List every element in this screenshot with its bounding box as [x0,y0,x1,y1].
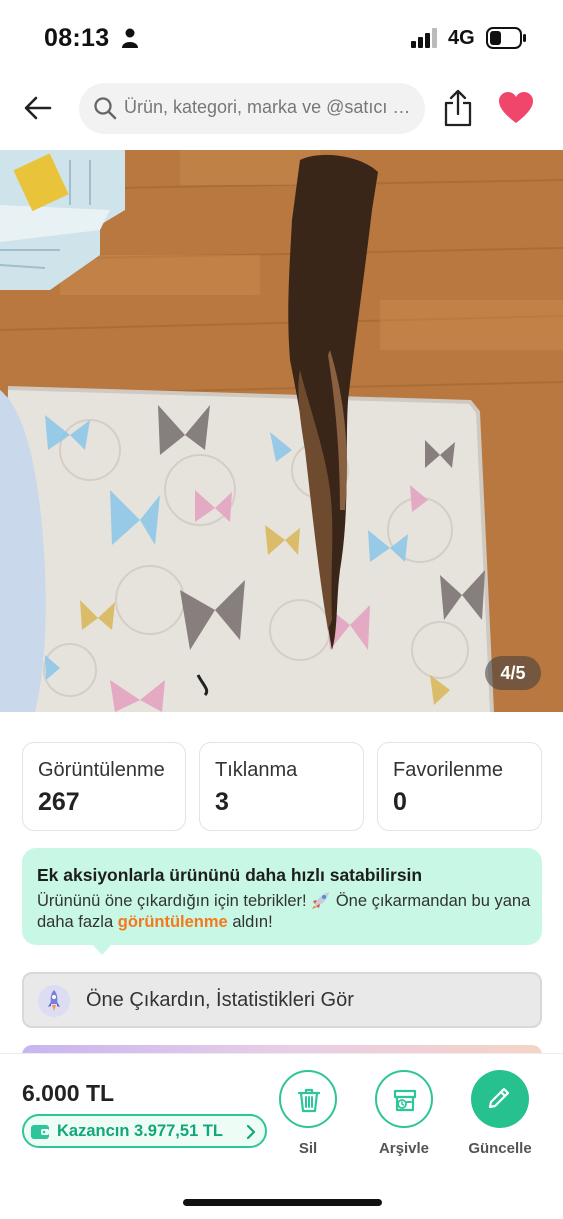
pencil-icon [488,1087,510,1109]
promo-tail [93,945,111,955]
stat-value-clicks: 3 [215,788,229,816]
promo-highlight: görüntülenme [117,913,228,931]
promo-banner: Ek aksiyonlarla ürününü daha hızlı satab… [22,848,542,945]
promo-text-part1: Ürününü öne çıkardığın için tebrikler! [37,892,312,910]
delete-button[interactable]: Sil [263,1070,353,1180]
search-placeholder: Ürün, kategori, marka ve @satıcı ara [124,97,414,117]
trash-icon [297,1088,321,1113]
home-indicator[interactable] [183,1199,382,1206]
archive-label: Arşivle [378,1140,430,1157]
update-button[interactable]: Güncelle [455,1070,545,1180]
rocket-icon [312,892,330,909]
price: 6.000 TL [22,1080,115,1106]
archive-circle [375,1070,433,1128]
delete-label: Sil [298,1140,318,1157]
update-label: Güncelle [468,1140,532,1157]
bottom-action-bar: 6.000 TL Kazancın 3.977,51 TL Sil Arşivl… [0,1053,563,1219]
wallet-icon [31,1125,49,1139]
stat-card-views: Görüntülenme 267 [22,742,186,831]
rocket-badge [38,985,70,1017]
stat-card-clicks: Tıklanma 3 [199,742,364,831]
product-image[interactable]: 4/5 [0,150,563,712]
stat-label-views: Görüntülenme [38,759,165,781]
search-icon [94,97,117,120]
network-type: 4G [448,27,475,49]
image-counter: 4/5 [485,656,541,690]
person-icon [122,28,138,48]
arrow-left-icon[interactable] [22,92,54,124]
signal-icon [411,28,437,48]
promo-title: Ek aksiyonlarla ürününü daha hızlı satab… [37,865,423,885]
delete-circle [279,1070,337,1128]
share-icon[interactable] [441,89,475,127]
product-photo [0,150,563,712]
battery-icon [486,27,526,49]
stat-label-clicks: Tıklanma [215,759,298,781]
earnings-label: Kazancın 3.977,51 TL [57,1122,223,1140]
featured-label: Öne Çıkardın, İstatistikleri Gör [86,989,354,1011]
rocket-icon [48,990,60,1011]
archive-icon [393,1089,417,1112]
chevron-right-icon [246,1124,256,1140]
stat-value-views: 267 [38,788,80,816]
update-circle [471,1070,529,1128]
search-input[interactable]: Ürün, kategori, marka ve @satıcı ara [79,83,425,134]
promo-text-part3: aldın! [227,913,273,931]
status-bar: 08:13 4G [0,0,563,75]
stat-value-favorites: 0 [393,788,407,816]
promo-text: Ürününü öne çıkardığın için tebrikler! Ö… [37,891,537,933]
stat-card-favorites: Favorilenme 0 [377,742,542,831]
stat-label-favorites: Favorilenme [393,759,504,781]
featured-stats-button[interactable]: Öne Çıkardın, İstatistikleri Gör [22,972,542,1028]
status-time: 08:13 [44,24,110,52]
heart-icon[interactable] [498,91,534,125]
archive-button[interactable]: Arşivle [359,1070,449,1180]
earnings-badge[interactable]: Kazancın 3.977,51 TL [22,1114,267,1148]
